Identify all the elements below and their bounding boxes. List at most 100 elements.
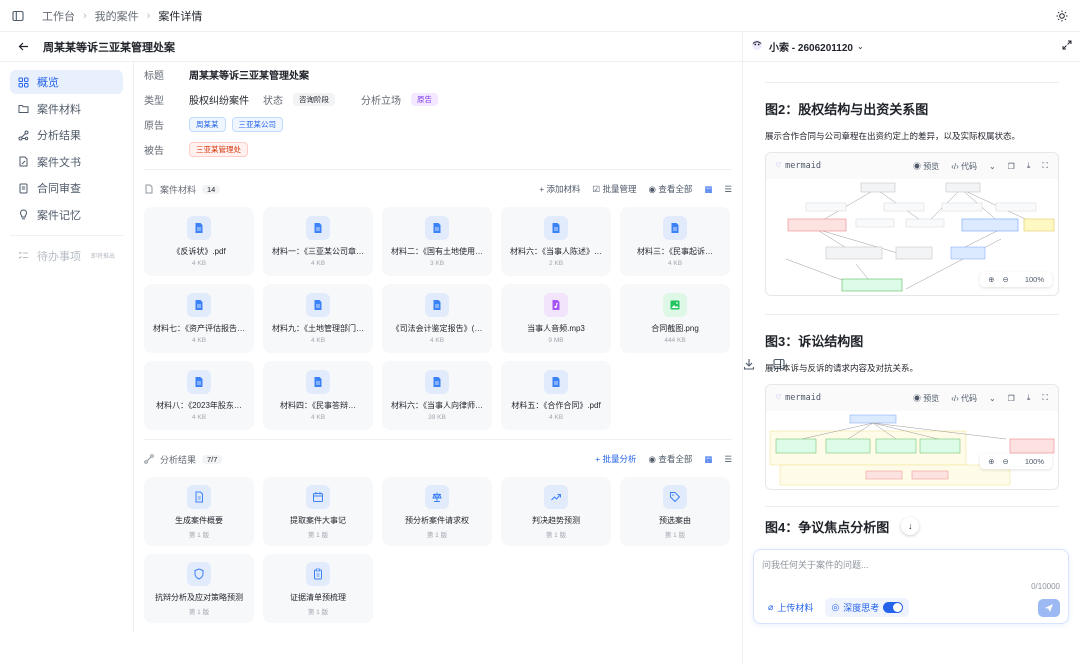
material-card[interactable]: 材料九：《土地管理部门… 4 KB — [263, 284, 373, 353]
list-view-icon[interactable]: ☰ — [724, 184, 732, 195]
view-all-materials-button[interactable]: ◉ 查看全部 — [649, 183, 693, 195]
material-card[interactable]: 材料一：《三亚某公司章… 4 KB — [263, 207, 373, 276]
sidebar-toggle-icon[interactable] — [12, 10, 24, 22]
chat-input[interactable]: 问我任何关于案件的问题... — [762, 558, 1060, 571]
brain-icon: ◎ — [831, 602, 840, 612]
fullscreen-icon[interactable]: ⛶ — [1042, 161, 1048, 171]
analysis-card[interactable]: 预分析案件请求权 第 1 版 — [382, 477, 492, 546]
back-arrow-icon[interactable] — [18, 41, 29, 52]
document-file-icon — [425, 216, 449, 240]
deep-thinking-toggle[interactable]: ◎ 深度思考 — [825, 598, 910, 617]
figure-4-row: 图4：争议焦点分析图 ↓ — [765, 507, 1059, 536]
material-card[interactable]: 当事人音频.mp3 9 MB — [501, 284, 611, 353]
batch-manage-button[interactable]: ☑ 批量管理 — [593, 183, 637, 195]
sidebar-item-contract-review[interactable]: 合同审查 — [10, 176, 123, 200]
analysis-card[interactable]: 提取案件大事记 第 1 版 — [263, 477, 373, 546]
material-card[interactable]: 《司法会计鉴定报告》(… 4 KB — [382, 284, 492, 353]
material-card[interactable]: 材料六：《当事人陈述》… 2 KB — [501, 207, 611, 276]
grid-view-icon[interactable]: ▦ — [704, 184, 712, 195]
preview-button[interactable]: ◉ 预览 — [913, 161, 939, 172]
zoom-out-icon[interactable]: ⊖ — [1003, 457, 1009, 466]
view-all-label: 查看全部 — [658, 184, 693, 194]
sidebar-item-materials[interactable]: 案件材料 — [10, 97, 123, 121]
sidebar-item-analysis[interactable]: 分析结果 — [10, 123, 123, 147]
section-divider — [144, 169, 732, 170]
material-name: 《司法会计鉴定报告》(… — [391, 324, 483, 333]
breadcrumb-my-cases[interactable]: 我的案件 — [95, 8, 139, 24]
analysis-card[interactable]: 生成案件概要 第 1 版 — [144, 477, 254, 546]
sidebar-item-label: 待办事项 — [37, 250, 81, 263]
info-label: 分析立场 — [361, 96, 401, 107]
send-button[interactable] — [1038, 598, 1060, 617]
batch-manage-label: 批量管理 — [602, 184, 637, 194]
mermaid-diagram-equity: ⊕ ⊖ 100% — [766, 179, 1058, 295]
sidebar-item-label: 案件材料 — [37, 103, 81, 116]
expand-icon[interactable] — [1062, 40, 1072, 53]
sidebar-item-memory[interactable]: 案件记忆 — [10, 203, 123, 227]
material-size: 3 KB — [429, 260, 445, 267]
grid-icon — [18, 77, 29, 87]
analysis-version: 第 1 版 — [307, 531, 329, 539]
list-view-icon[interactable]: ☰ — [724, 454, 732, 465]
info-title-value: 周某某等诉三亚某管理处案 — [189, 71, 309, 82]
info-label: 类型 — [144, 96, 164, 107]
plaintiff-tag: 周某某 — [189, 117, 226, 132]
preview-button[interactable]: ◉ 预览 — [913, 393, 939, 404]
scroll-down-icon[interactable]: ↓ — [901, 516, 920, 535]
material-card[interactable]: 材料四：《民事答辩… 4 KB — [263, 361, 373, 430]
download-icon[interactable]: ⤓ — [1027, 393, 1031, 403]
chevron-down-icon[interactable]: ⌄ — [857, 42, 864, 51]
shield-icon — [187, 561, 211, 586]
fullscreen-icon[interactable]: ⛶ — [1042, 393, 1048, 403]
material-card[interactable]: 材料六：《当事人向律师… 39 KB — [382, 361, 492, 430]
case-overview: 标题 周某某等诉三亚某管理处案 类型 股权纠纷案件 状态 咨询阶段 分析立场 原… — [134, 62, 742, 632]
material-card[interactable]: 材料七：《资产评估报告… 4 KB — [144, 284, 254, 353]
sidebar-item-overview[interactable]: 概览 — [10, 70, 123, 94]
audio-file-icon — [544, 293, 568, 317]
copy-icon[interactable]: ❐ — [1008, 394, 1015, 403]
zoom-out-icon[interactable]: ⊖ — [1003, 275, 1009, 284]
sidebar-item-documents[interactable]: 案件文书 — [10, 150, 123, 174]
breadcrumb-workbench[interactable]: 工作台 — [42, 8, 75, 24]
calendar-icon — [306, 484, 330, 509]
assistant-header: 小索 - 2606201120 ⌄ — [743, 32, 1080, 62]
material-card[interactable]: 《反诉状》.pdf 4 KB — [144, 207, 254, 276]
material-size: 2 KB — [548, 260, 564, 267]
sun-icon[interactable] — [1056, 10, 1068, 22]
code-button[interactable]: ‹/› 代码 — [951, 393, 977, 404]
chevron-down-icon[interactable]: ⌄ — [989, 394, 996, 403]
download-icon[interactable]: ⤓ — [1027, 161, 1031, 171]
section-divider — [144, 439, 732, 440]
material-name: 材料四：《民事答辩… — [280, 401, 356, 410]
toggle-switch[interactable] — [883, 602, 904, 613]
add-material-button[interactable]: + 添加材料 — [539, 183, 580, 195]
zoom-in-icon[interactable]: ⊕ — [988, 457, 994, 466]
chat-toolbar: ⌀ 上传材料 ◎ 深度思考 — [762, 598, 1060, 617]
trend-icon — [544, 484, 568, 509]
material-card[interactable]: 合同截图.png 444 KB — [620, 284, 730, 353]
chevron-down-icon[interactable]: ⌄ — [989, 162, 996, 171]
material-card[interactable]: 材料八：《2023年股东… 4 KB — [144, 361, 254, 430]
material-card[interactable]: 材料二：《国有土地使用… 3 KB — [382, 207, 492, 276]
material-size: 39 KB — [428, 414, 446, 421]
figure-title: 图4：争议焦点分析图 — [765, 520, 890, 535]
code-label: 代码 — [960, 393, 977, 403]
assistant-title[interactable]: 小索 - 2606201120 — [769, 39, 853, 54]
material-name: 材料二：《国有土地使用… — [391, 247, 483, 256]
litigation-diagram-graphic — [769, 414, 1055, 486]
view-all-analysis-button[interactable]: ◉ 查看全部 — [649, 453, 693, 465]
analysis-card[interactable]: 预选案由 第 1 版 — [620, 477, 730, 546]
upload-material-button[interactable]: ⌀ 上传材料 — [762, 598, 819, 617]
analysis-card[interactable]: 证据清单预梳理 第 1 版 — [263, 554, 373, 623]
grid-view-icon[interactable]: ▦ — [704, 454, 712, 465]
doc-pen-icon — [19, 156, 28, 167]
copy-icon[interactable]: ❐ — [1008, 162, 1015, 171]
code-button[interactable]: ‹/› 代码 — [951, 161, 977, 172]
view-all-label: 查看全部 — [658, 454, 693, 464]
batch-analysis-button[interactable]: + 批量分析 — [595, 453, 636, 465]
material-card[interactable]: 材料五：《合作合同》.pdf 4 KB — [501, 361, 611, 430]
analysis-card[interactable]: 判决趋势预测 第 1 版 — [501, 477, 611, 546]
analysis-card[interactable]: 抗辩分析及应对策略预测 第 1 版 — [144, 554, 254, 623]
zoom-in-icon[interactable]: ⊕ — [988, 275, 994, 284]
material-card[interactable]: 材料三：《民事起诉… 4 KB — [620, 207, 730, 276]
